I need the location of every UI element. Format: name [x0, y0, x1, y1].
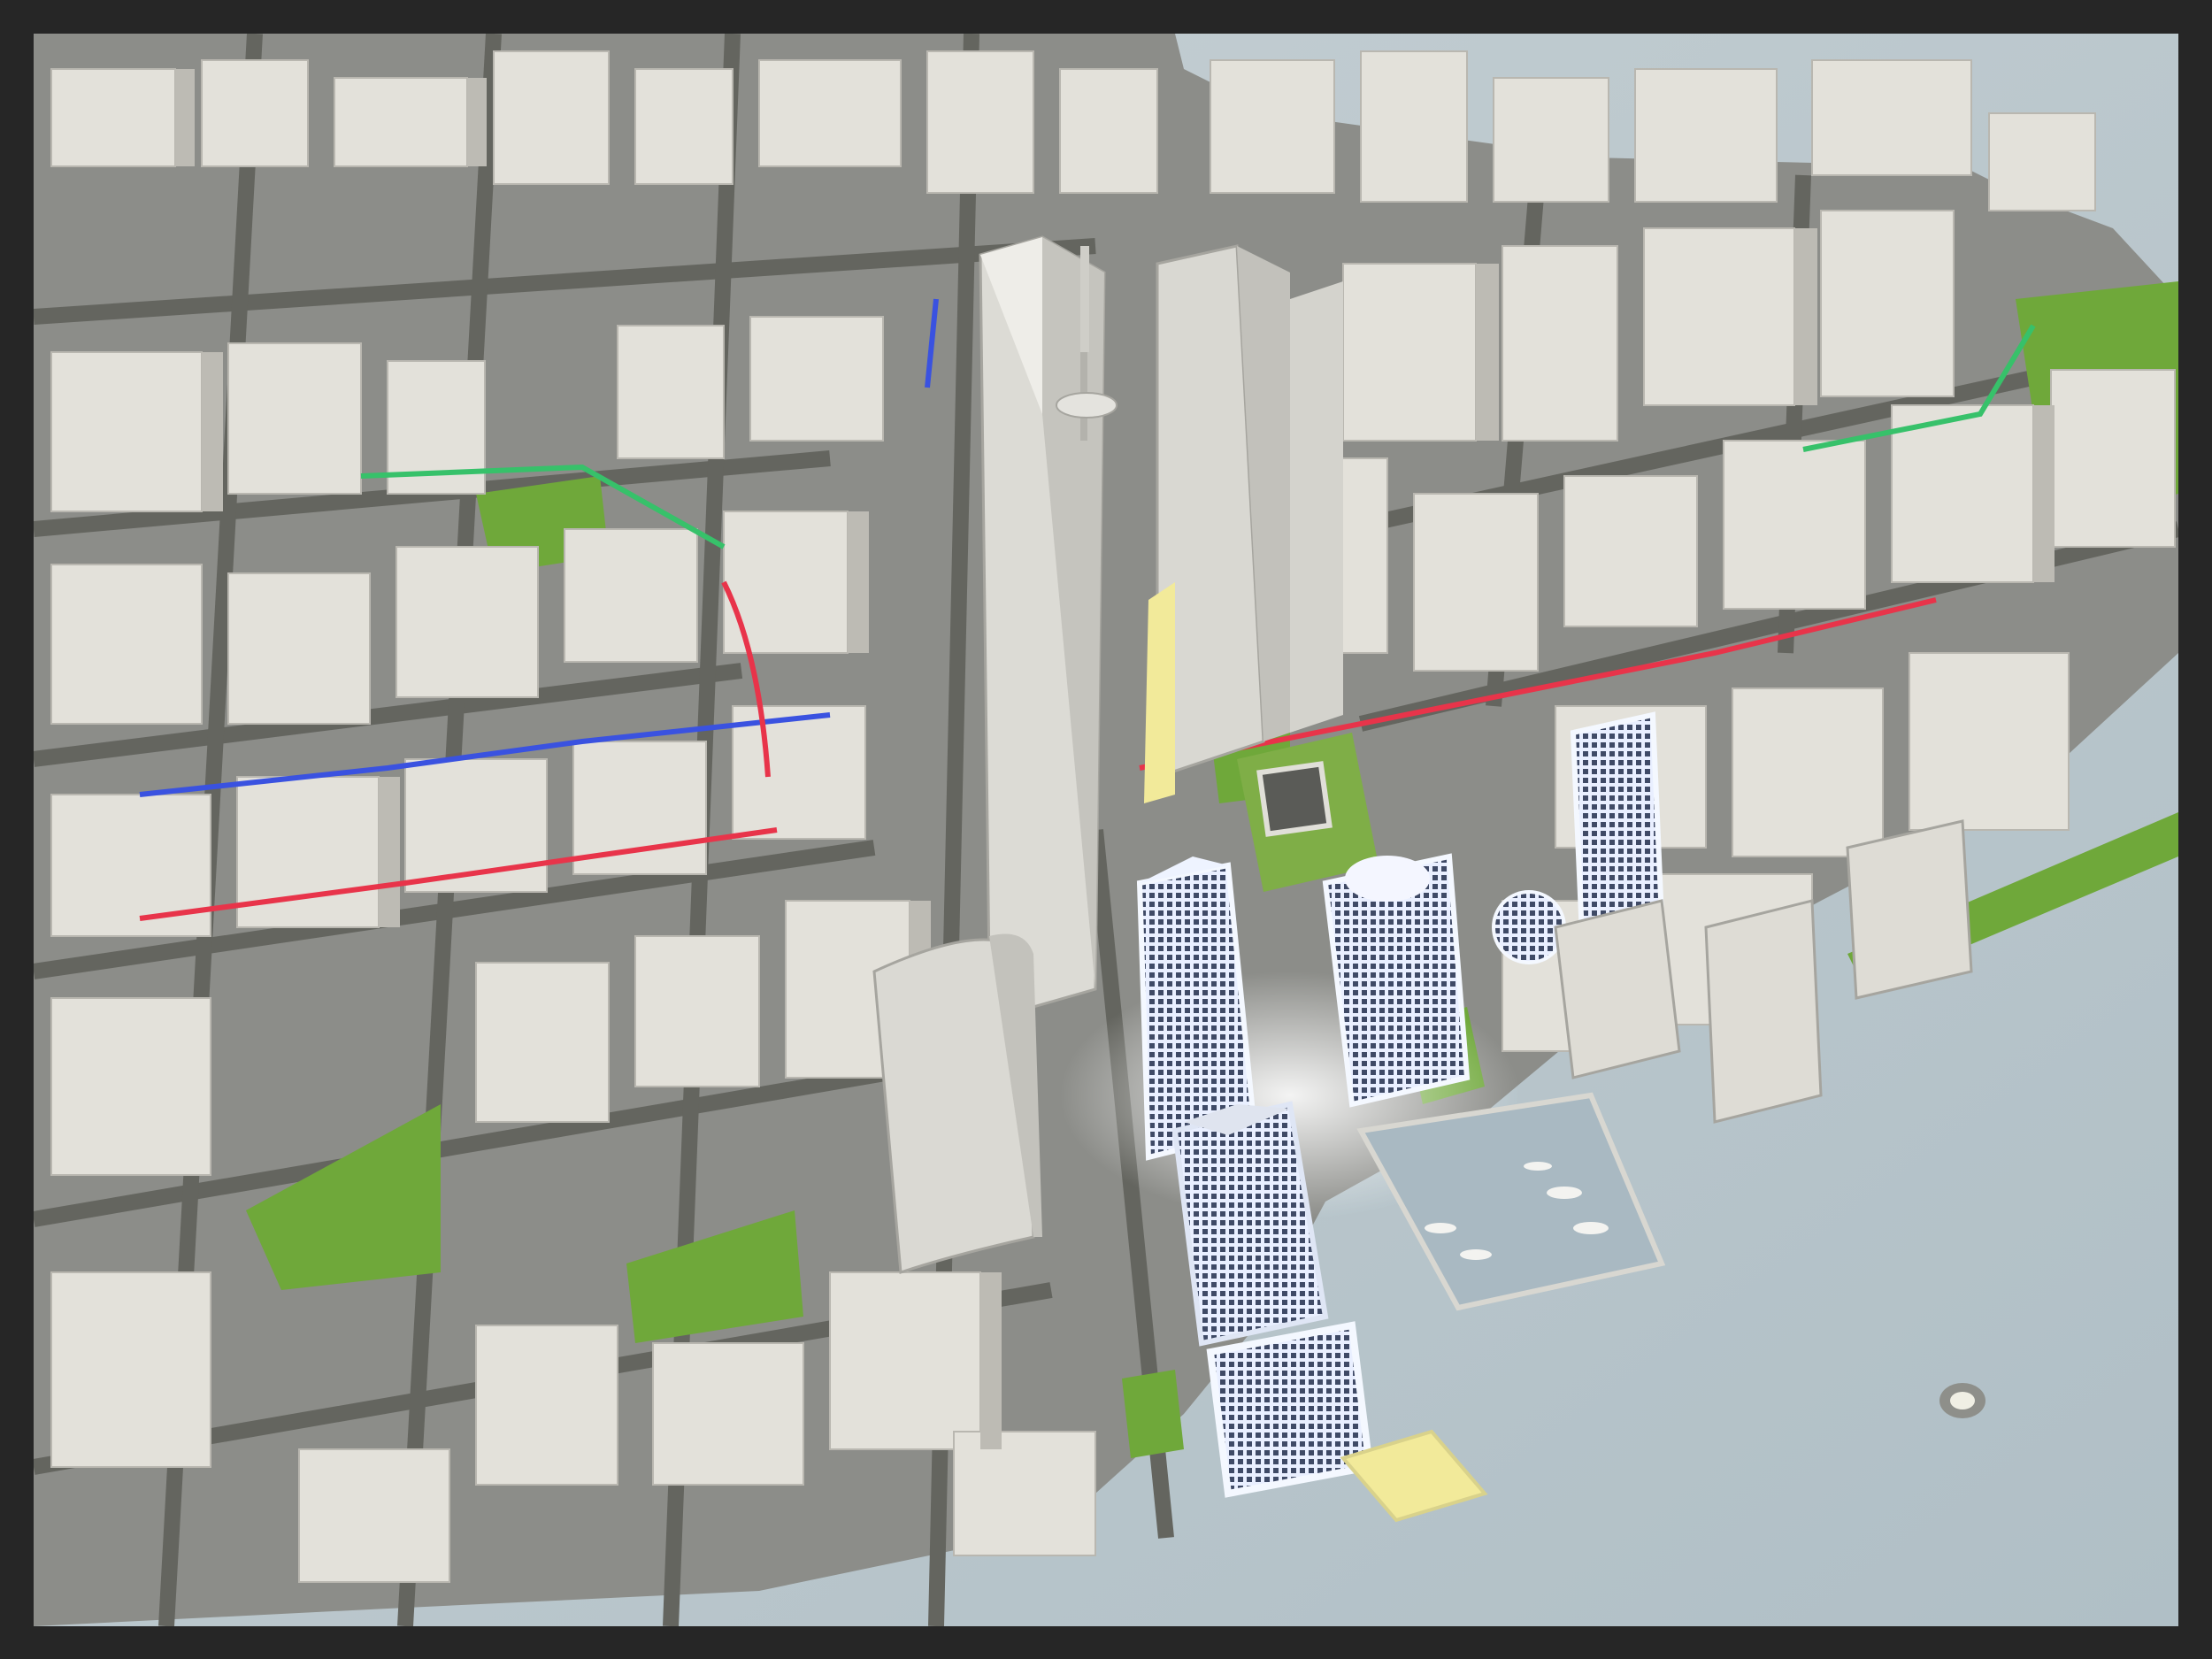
central-tower — [979, 235, 1118, 1009]
city-model-illustration — [34, 34, 2178, 1626]
photo-frame — [0, 0, 2212, 1659]
yellow-lit-tower — [1144, 244, 1343, 803]
city-model-photo — [34, 34, 2178, 1626]
curved-tower — [872, 933, 1042, 1275]
